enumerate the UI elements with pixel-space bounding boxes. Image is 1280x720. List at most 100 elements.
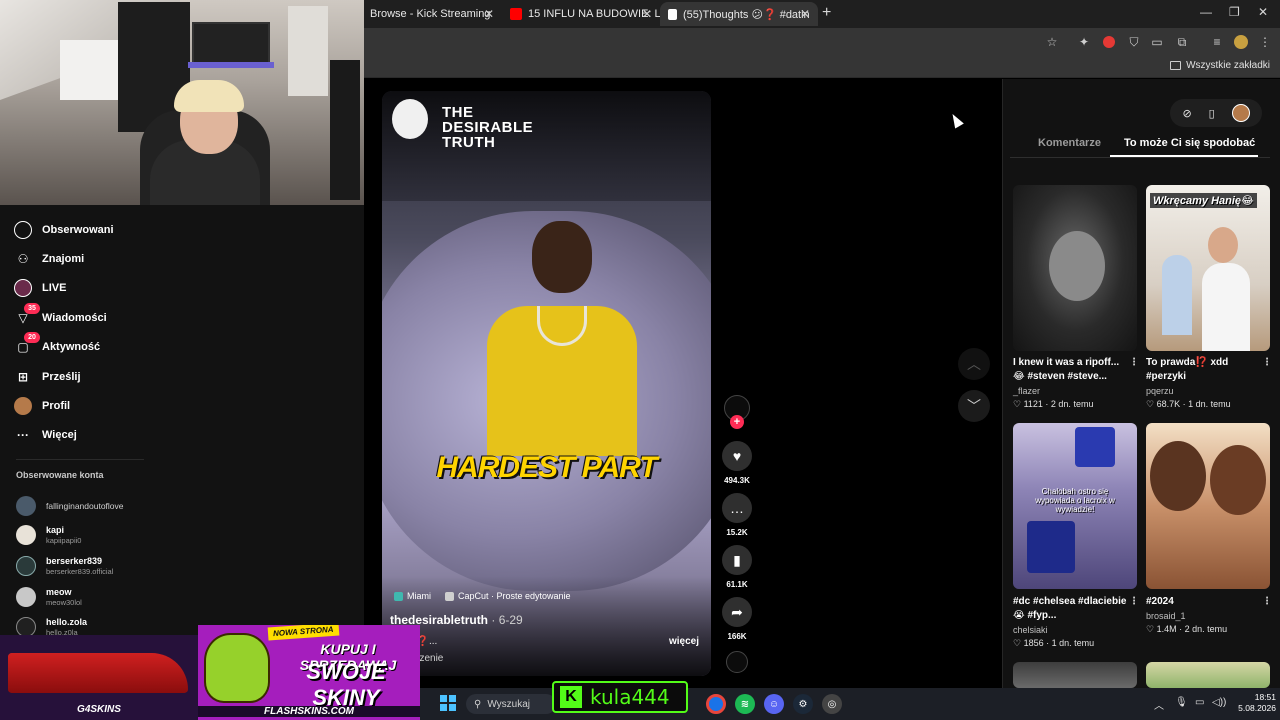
steam-icon[interactable]: ⚙ — [793, 694, 813, 714]
star-icon[interactable]: ☆ — [1044, 34, 1060, 50]
webcam-tv-glow — [188, 62, 274, 68]
restore-button[interactable]: ❐ — [1229, 5, 1240, 19]
share-button[interactable]: ➦ — [722, 597, 752, 627]
recommended-card[interactable]: To prawda⁉️ xdd #perzyki ⋮ pqerzu ♡ 68.7K… — [1146, 356, 1272, 410]
puzzle-icon[interactable]: ⧉ — [1174, 34, 1190, 50]
tab-group-icon[interactable]: ▭ — [1149, 34, 1165, 50]
comment-button[interactable]: … — [722, 493, 752, 523]
previous-video-button[interactable]: ︿ — [958, 348, 990, 380]
capcut-chip[interactable]: CapCut · Proste edytowanie — [445, 591, 571, 601]
kebab-icon[interactable]: ⋮ — [1262, 595, 1272, 609]
close-icon[interactable]: ✕ — [484, 7, 494, 21]
microphone-icon[interactable]: 🎙︎ — [1175, 697, 1188, 708]
windows-start-icon[interactable] — [440, 695, 456, 711]
close-icon[interactable]: ✕ — [800, 7, 810, 21]
taskbar-search[interactable]: ⚲ Wyszukaj — [466, 694, 556, 714]
volume-icon[interactable]: ◁)) — [1212, 697, 1226, 708]
sidebar-item-profile[interactable]: Profil — [14, 395, 70, 417]
all-bookmarks-button[interactable]: Wszystkie zakładki — [1170, 60, 1270, 71]
thumb-overlay-text: Chalobah ostro się wypowiada o lacroix w… — [1035, 487, 1115, 514]
tab-tiktok[interactable]: (55)Thoughts 😕❓ #datin ✕ — [660, 2, 818, 26]
tiktok-icon — [668, 8, 677, 20]
followed-account[interactable]: fallinginandoutoflove — [16, 494, 124, 518]
close-window-button[interactable]: ✕ — [1258, 5, 1268, 19]
sidebar-item-activity[interactable]: ▢ 20 Aktywność — [14, 332, 101, 358]
recommended-thumbnail[interactable] — [1013, 185, 1137, 351]
sidebar-item-label: LIVE — [42, 282, 67, 294]
card-user: _flazer — [1013, 386, 1041, 396]
adblock-icon[interactable] — [1103, 36, 1115, 48]
capcut-icon — [445, 591, 454, 601]
kebab-icon[interactable]: ⋮ — [1262, 356, 1272, 370]
card-title-text: #dc #chelsea #dlaciebie😭 #fyp... — [1013, 596, 1127, 621]
messages-icon: ▽ 35 — [14, 303, 40, 327]
video-player[interactable]: THE DESIRABLE TRUTH HARDEST PART Miami C… — [382, 91, 711, 676]
bookmark-icon: ▮ — [733, 551, 741, 568]
recommended-thumbnail[interactable] — [1146, 423, 1270, 589]
webcam-tv — [192, 22, 270, 66]
thumb-body — [1202, 263, 1250, 351]
sidebar-item-messages[interactable]: ▽ 35 Wiadomości — [14, 303, 107, 329]
save-button[interactable]: ▮ — [722, 545, 752, 575]
chrome-icon[interactable] — [706, 694, 726, 714]
like-button[interactable]: ♥ — [722, 441, 752, 471]
kebab-icon[interactable]: ⋮ — [1129, 356, 1139, 370]
account-name: berserker839 — [46, 556, 103, 566]
mascot-image — [204, 633, 270, 703]
follow-plus-icon[interactable]: + — [730, 415, 744, 429]
recommended-card[interactable]: #2024 ⋮ brosaid_1 ♡ 1.4M · 2 dn. temu — [1146, 595, 1272, 635]
start-quad — [449, 704, 456, 711]
start-quad — [440, 704, 447, 711]
sidebar-item-following[interactable]: Obserwowani — [14, 219, 114, 241]
network-icon[interactable]: ▭ — [1195, 697, 1204, 708]
recommended-thumbnail[interactable]: Wkręcamy Hanię😂 — [1146, 185, 1270, 351]
sidebar-item-more[interactable]: ··· Więcej — [14, 424, 77, 446]
account-name: meow — [46, 587, 72, 597]
tray-chevron-icon[interactable]: ︿ — [1154, 697, 1164, 712]
account-handle: kapiipapii0 — [46, 536, 82, 545]
sidebar-item-friends[interactable]: ⚇ Znajomi — [14, 248, 85, 270]
kebab-icon[interactable]: ⋮ — [1129, 595, 1139, 609]
tab-youtube-label: 15 INFLU NA BUDOWIE: Letnia — [528, 8, 660, 20]
avatar[interactable] — [1231, 104, 1250, 122]
shield-icon[interactable]: ⛉ — [1126, 34, 1142, 50]
live-icon — [14, 279, 32, 297]
media-icon[interactable]: ≡ — [1209, 34, 1225, 50]
app-icon[interactable]: ◎ — [822, 694, 842, 714]
phone-icon[interactable]: ▯ — [1209, 107, 1215, 120]
minimize-button[interactable]: — — [1200, 5, 1212, 19]
compass-icon[interactable]: ⊘ — [1182, 107, 1191, 120]
recommended-thumbnail[interactable]: Chalobah ostro się wypowiada o lacroix w… — [1013, 423, 1137, 589]
more-button[interactable]: więcej — [669, 636, 699, 647]
next-video-button[interactable]: ﹀ — [958, 390, 990, 422]
tab-kick[interactable]: Browse - Kick Streaming ✕ — [362, 2, 502, 26]
sidebar-item-live[interactable]: LIVE — [14, 277, 66, 299]
sound-disc-icon[interactable] — [726, 651, 748, 673]
close-icon[interactable]: ✕ — [642, 7, 652, 21]
new-tab-button[interactable]: + — [822, 4, 831, 22]
followed-account[interactable]: kapi kapiipapii0 — [16, 523, 81, 547]
menu-icon[interactable]: ⋮ — [1257, 34, 1273, 50]
sidebar-item-label: Aktywność — [42, 341, 101, 353]
discord-icon[interactable]: ☺ — [764, 694, 784, 714]
recommended-thumbnail[interactable] — [1013, 662, 1137, 688]
chevron-down-icon: ﹀ — [967, 398, 981, 414]
tab-youtube[interactable]: 15 INFLU NA BUDOWIE: Letnia ✕ — [502, 2, 660, 26]
recommended-thumbnail[interactable] — [1146, 662, 1270, 688]
sidebar-item-upload[interactable]: ⊞ Prześlij — [14, 366, 81, 388]
spotify-icon[interactable]: ≋ — [735, 694, 755, 714]
profile-avatar-icon[interactable] — [1234, 35, 1248, 49]
recommended-card[interactable]: I knew it was a ripoff... 😂 #steven #ste… — [1013, 356, 1139, 410]
tab-recommended[interactable]: To może Ci się spodobać — [1124, 137, 1255, 149]
tab-comments[interactable]: Komentarze — [1038, 137, 1101, 149]
followed-account[interactable]: berserker839 berserker839.official — [16, 554, 113, 578]
panel-top-actions: ⊘ ▯ — [1170, 99, 1262, 127]
promo-brand: FLASHSKINS.COM — [198, 706, 420, 717]
taskbar-clock[interactable]: 18:51 5.08.2026 — [1232, 692, 1276, 714]
promo-big-text: SWOJE SKINY — [306, 659, 386, 710]
location-chip[interactable]: Miami — [394, 591, 431, 601]
capcut-label: CapCut · Proste edytowanie — [458, 591, 571, 601]
followed-account[interactable]: meow meow30lol — [16, 585, 82, 609]
recommended-card[interactable]: #dc #chelsea #dlaciebie😭 #fyp... ⋮ chelsi… — [1013, 595, 1139, 649]
extension-icon[interactable]: ✦ — [1076, 34, 1092, 50]
